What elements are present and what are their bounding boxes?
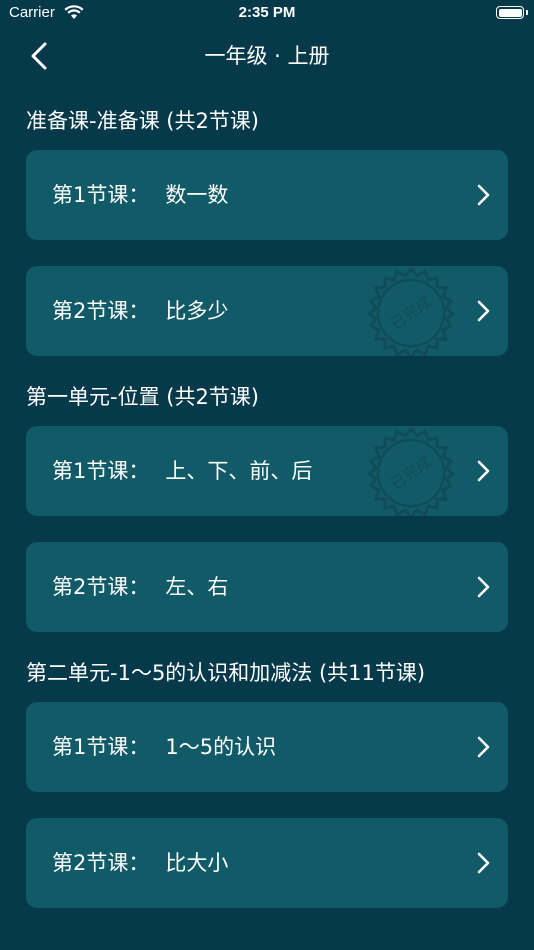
lesson-label: 第1节课： 上、下、前、后 xyxy=(52,426,312,516)
lesson-card[interactable]: 第1节课： 数一数 xyxy=(26,150,508,240)
chevron-right-icon xyxy=(477,184,490,206)
stamp-text: 已完成 xyxy=(387,453,434,494)
lesson-label: 第2节课： 比多少 xyxy=(52,266,228,356)
page-title: 一年级 · 上册 xyxy=(204,44,330,68)
lesson-card[interactable]: 第2节课： 左、右 xyxy=(26,542,508,632)
navigation-bar: 一年级 · 上册 xyxy=(0,28,534,84)
section-title: 第二单元-1～5的认识和加减法 (共11节课) xyxy=(26,661,426,685)
stamp-text: 已完成 xyxy=(387,293,434,334)
lesson-number: 第2节课： xyxy=(52,299,150,323)
status-bar: Carrier 2:35 PM xyxy=(0,0,534,28)
lesson-number: 第1节课： xyxy=(52,459,150,483)
completed-stamp-icon: 已完成 xyxy=(366,426,456,520)
chevron-right-icon xyxy=(477,576,490,598)
chevron-right-icon xyxy=(477,736,490,758)
section-title: 第一单元-位置 (共2节课) xyxy=(26,385,259,409)
lesson-card[interactable]: 第2节课： 比大小 xyxy=(26,818,508,908)
lesson-number: 第1节课： xyxy=(52,183,150,207)
lesson-number: 第2节课： xyxy=(52,851,150,875)
chevron-right-icon xyxy=(477,460,490,482)
section-title: 准备课-准备课 (共2节课) xyxy=(26,109,259,133)
lesson-name: 1～5的认识 xyxy=(165,735,277,759)
lesson-number: 第2节课： xyxy=(52,575,150,599)
lesson-card[interactable]: 第1节课： 上、下、前、后 已完成 xyxy=(26,426,508,520)
completed-stamp-icon: 已完成 xyxy=(366,266,456,360)
lesson-card[interactable]: 第2节课： 比多少 已完成 xyxy=(26,266,508,360)
lesson-label: 第2节课： 比大小 xyxy=(52,818,228,908)
lesson-list: 准备课-准备课 (共2节课) 第1节课： 数一数 第2节课： 比多少 已完成 第一单… xyxy=(0,92,534,934)
lesson-name: 左、右 xyxy=(165,575,229,599)
lesson-name: 数一数 xyxy=(165,183,229,207)
lesson-name: 比多少 xyxy=(165,299,229,323)
clock: 2:35 PM xyxy=(238,4,296,21)
battery-icon xyxy=(496,6,524,19)
lesson-card[interactable]: 第1节课： 1～5的认识 xyxy=(26,702,508,792)
chevron-right-icon xyxy=(477,300,490,322)
lesson-label: 第2节课： 左、右 xyxy=(52,542,228,632)
chevron-right-icon xyxy=(477,852,490,874)
lesson-label: 第1节课： 数一数 xyxy=(52,150,228,240)
lesson-name: 比大小 xyxy=(165,851,229,875)
lesson-number: 第1节课： xyxy=(52,735,150,759)
lesson-name: 上、下、前、后 xyxy=(165,459,313,483)
battery-cap xyxy=(526,10,528,15)
lesson-label: 第1节课： 1～5的认识 xyxy=(52,702,276,792)
